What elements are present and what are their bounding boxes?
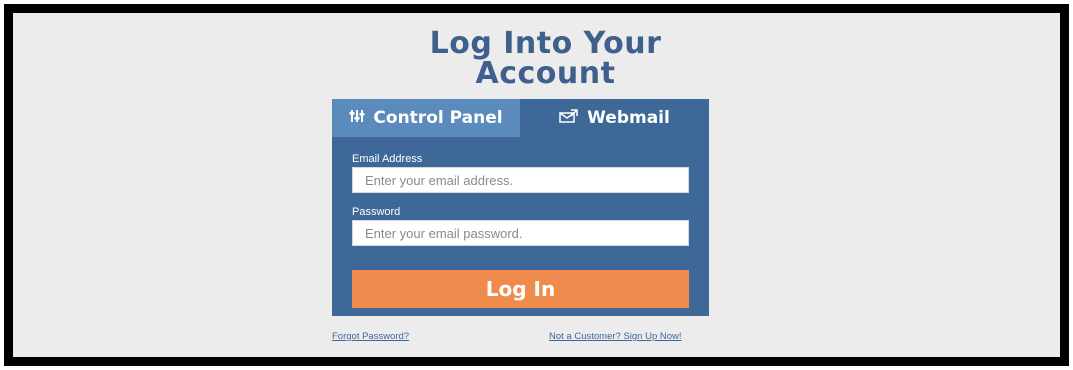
email-field[interactable] <box>352 167 689 193</box>
signup-link[interactable]: Not a Customer? Sign Up Now! <box>549 331 682 342</box>
page-frame: Log Into Your Account Control Panel Webm… <box>4 4 1069 366</box>
tab-control-panel-label: Control Panel <box>373 108 503 128</box>
title-line-1: Log Into Your <box>429 26 662 61</box>
sliders-icon <box>349 109 365 127</box>
tab-webmail[interactable]: Webmail <box>520 99 709 137</box>
password-field[interactable] <box>352 220 689 246</box>
login-tabs: Control Panel Webmail <box>332 99 709 137</box>
login-panel: Control Panel Webmail Email Address Pass… <box>332 99 709 316</box>
tab-webmail-label: Webmail <box>587 108 670 128</box>
email-label: Email Address <box>352 153 423 165</box>
login-button[interactable]: Log In <box>352 270 689 308</box>
forgot-password-link[interactable]: Forgot Password? <box>332 331 409 342</box>
title-line-2: Account <box>475 56 616 91</box>
envelope-icon <box>559 109 579 127</box>
tab-control-panel[interactable]: Control Panel <box>332 99 520 137</box>
page-title: Log Into Your Account <box>13 29 1073 89</box>
password-label: Password <box>352 206 401 218</box>
